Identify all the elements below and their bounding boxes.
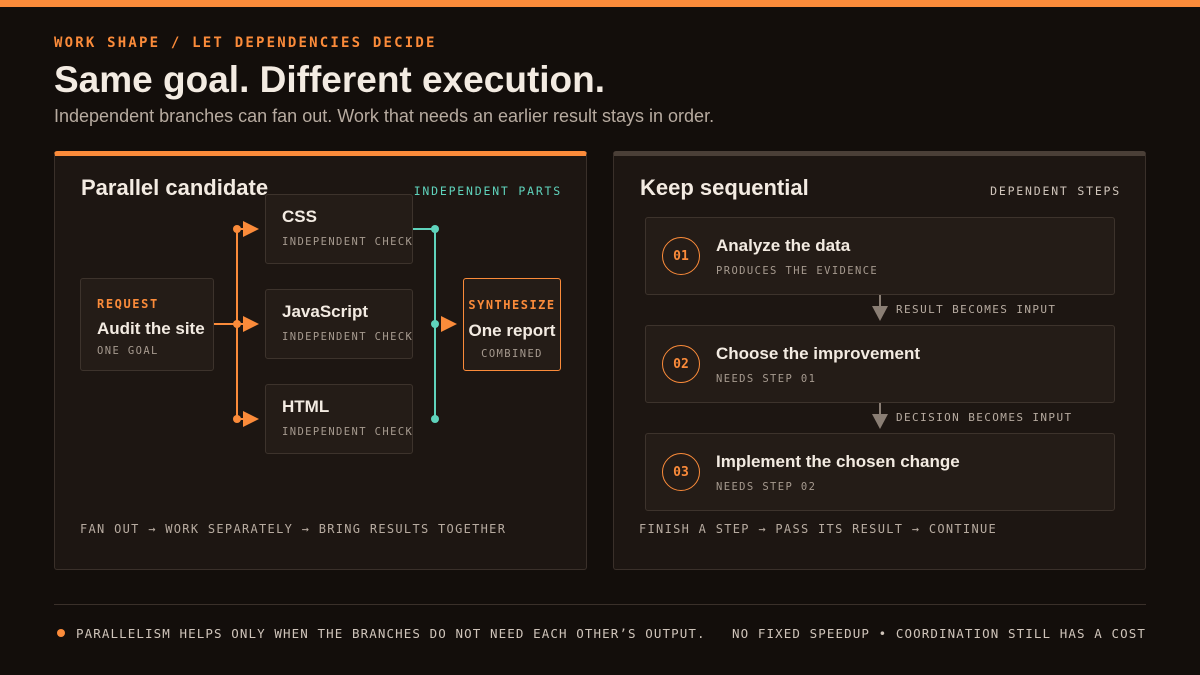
step-box: 02 Choose the improvement NEEDS STEP 01 xyxy=(645,325,1115,403)
task-caption: INDEPENDENT CHECK xyxy=(282,331,414,343)
step-number-badge: 02 xyxy=(662,345,700,383)
request-box: REQUEST Audit the site ONE GOAL xyxy=(80,278,214,371)
task-box-javascript: JavaScript INDEPENDENT CHECK xyxy=(265,289,413,359)
eyebrow: WORK SHAPE / LET DEPENDENCIES DECIDE xyxy=(54,35,437,51)
parallel-footer: FAN OUT → WORK SEPARATELY → BRING RESULT… xyxy=(80,522,507,536)
arrow-javascript xyxy=(243,316,259,332)
fan-out-lines xyxy=(214,221,259,427)
arrow-synthesize xyxy=(441,316,457,332)
task-name: HTML xyxy=(282,397,330,416)
task-caption: INDEPENDENT CHECK xyxy=(282,236,414,248)
footer-note-right: NO FIXED SPEEDUP • COORDINATION STILL HA… xyxy=(731,626,1146,641)
page-title: Same goal. Different execution. xyxy=(54,59,606,100)
connector-arrow-1 xyxy=(872,295,888,321)
step-name: Choose the improvement xyxy=(716,344,921,363)
page-subtitle: Independent branches can fan out. Work t… xyxy=(54,106,715,126)
step-caption: PRODUCES THE EVIDENCE xyxy=(716,265,879,277)
step-number-badge: 01 xyxy=(662,237,700,275)
arrow-css xyxy=(243,221,259,237)
sequential-panel: Keep sequential DEPENDENT STEPS 01 Analy… xyxy=(613,151,1146,570)
sequential-footer: FINISH A STEP → PASS ITS RESULT → CONTIN… xyxy=(639,522,998,536)
synthesize-label: SYNTHESIZE xyxy=(468,298,556,312)
request-name: Audit the site xyxy=(97,319,205,338)
top-accent-bar xyxy=(0,0,1200,7)
fan-in-lines xyxy=(413,225,457,423)
request-caption: ONE GOAL xyxy=(97,345,159,357)
synthesize-caption: COMBINED xyxy=(481,348,543,360)
footer-divider xyxy=(54,604,1146,605)
parallel-panel: Parallel candidate INDEPENDENT PARTS REQ… xyxy=(54,151,587,570)
synthesize-name: One report xyxy=(468,321,556,340)
task-box-html: HTML INDEPENDENT CHECK xyxy=(265,384,413,454)
connector-label: RESULT BECOMES INPUT xyxy=(896,303,1057,316)
connector-label: DECISION BECOMES INPUT xyxy=(896,411,1073,424)
step-box: 01 Analyze the data PRODUCES THE EVIDENC… xyxy=(645,217,1115,295)
connector-arrow-2 xyxy=(872,403,888,429)
step-name: Implement the chosen change xyxy=(716,452,960,471)
step-box: 03 Implement the chosen change NEEDS STE… xyxy=(645,433,1115,511)
footer-note-left: PARALLELISM HELPS ONLY WHEN THE BRANCHES… xyxy=(76,626,706,641)
task-box-css: CSS INDEPENDENT CHECK xyxy=(265,194,413,264)
task-name: JavaScript xyxy=(282,302,368,321)
step-name: Analyze the data xyxy=(716,236,851,255)
arrow-html xyxy=(243,411,259,427)
task-name: CSS xyxy=(282,207,317,226)
step-number-badge: 03 xyxy=(662,453,700,491)
task-caption: INDEPENDENT CHECK xyxy=(282,426,414,438)
synthesize-box: SYNTHESIZE One report COMBINED xyxy=(463,278,561,371)
request-label: REQUEST xyxy=(97,297,159,311)
step-caption: NEEDS STEP 01 xyxy=(716,373,817,385)
step-caption: NEEDS STEP 02 xyxy=(716,481,817,493)
bullet-dot-icon xyxy=(57,629,65,637)
